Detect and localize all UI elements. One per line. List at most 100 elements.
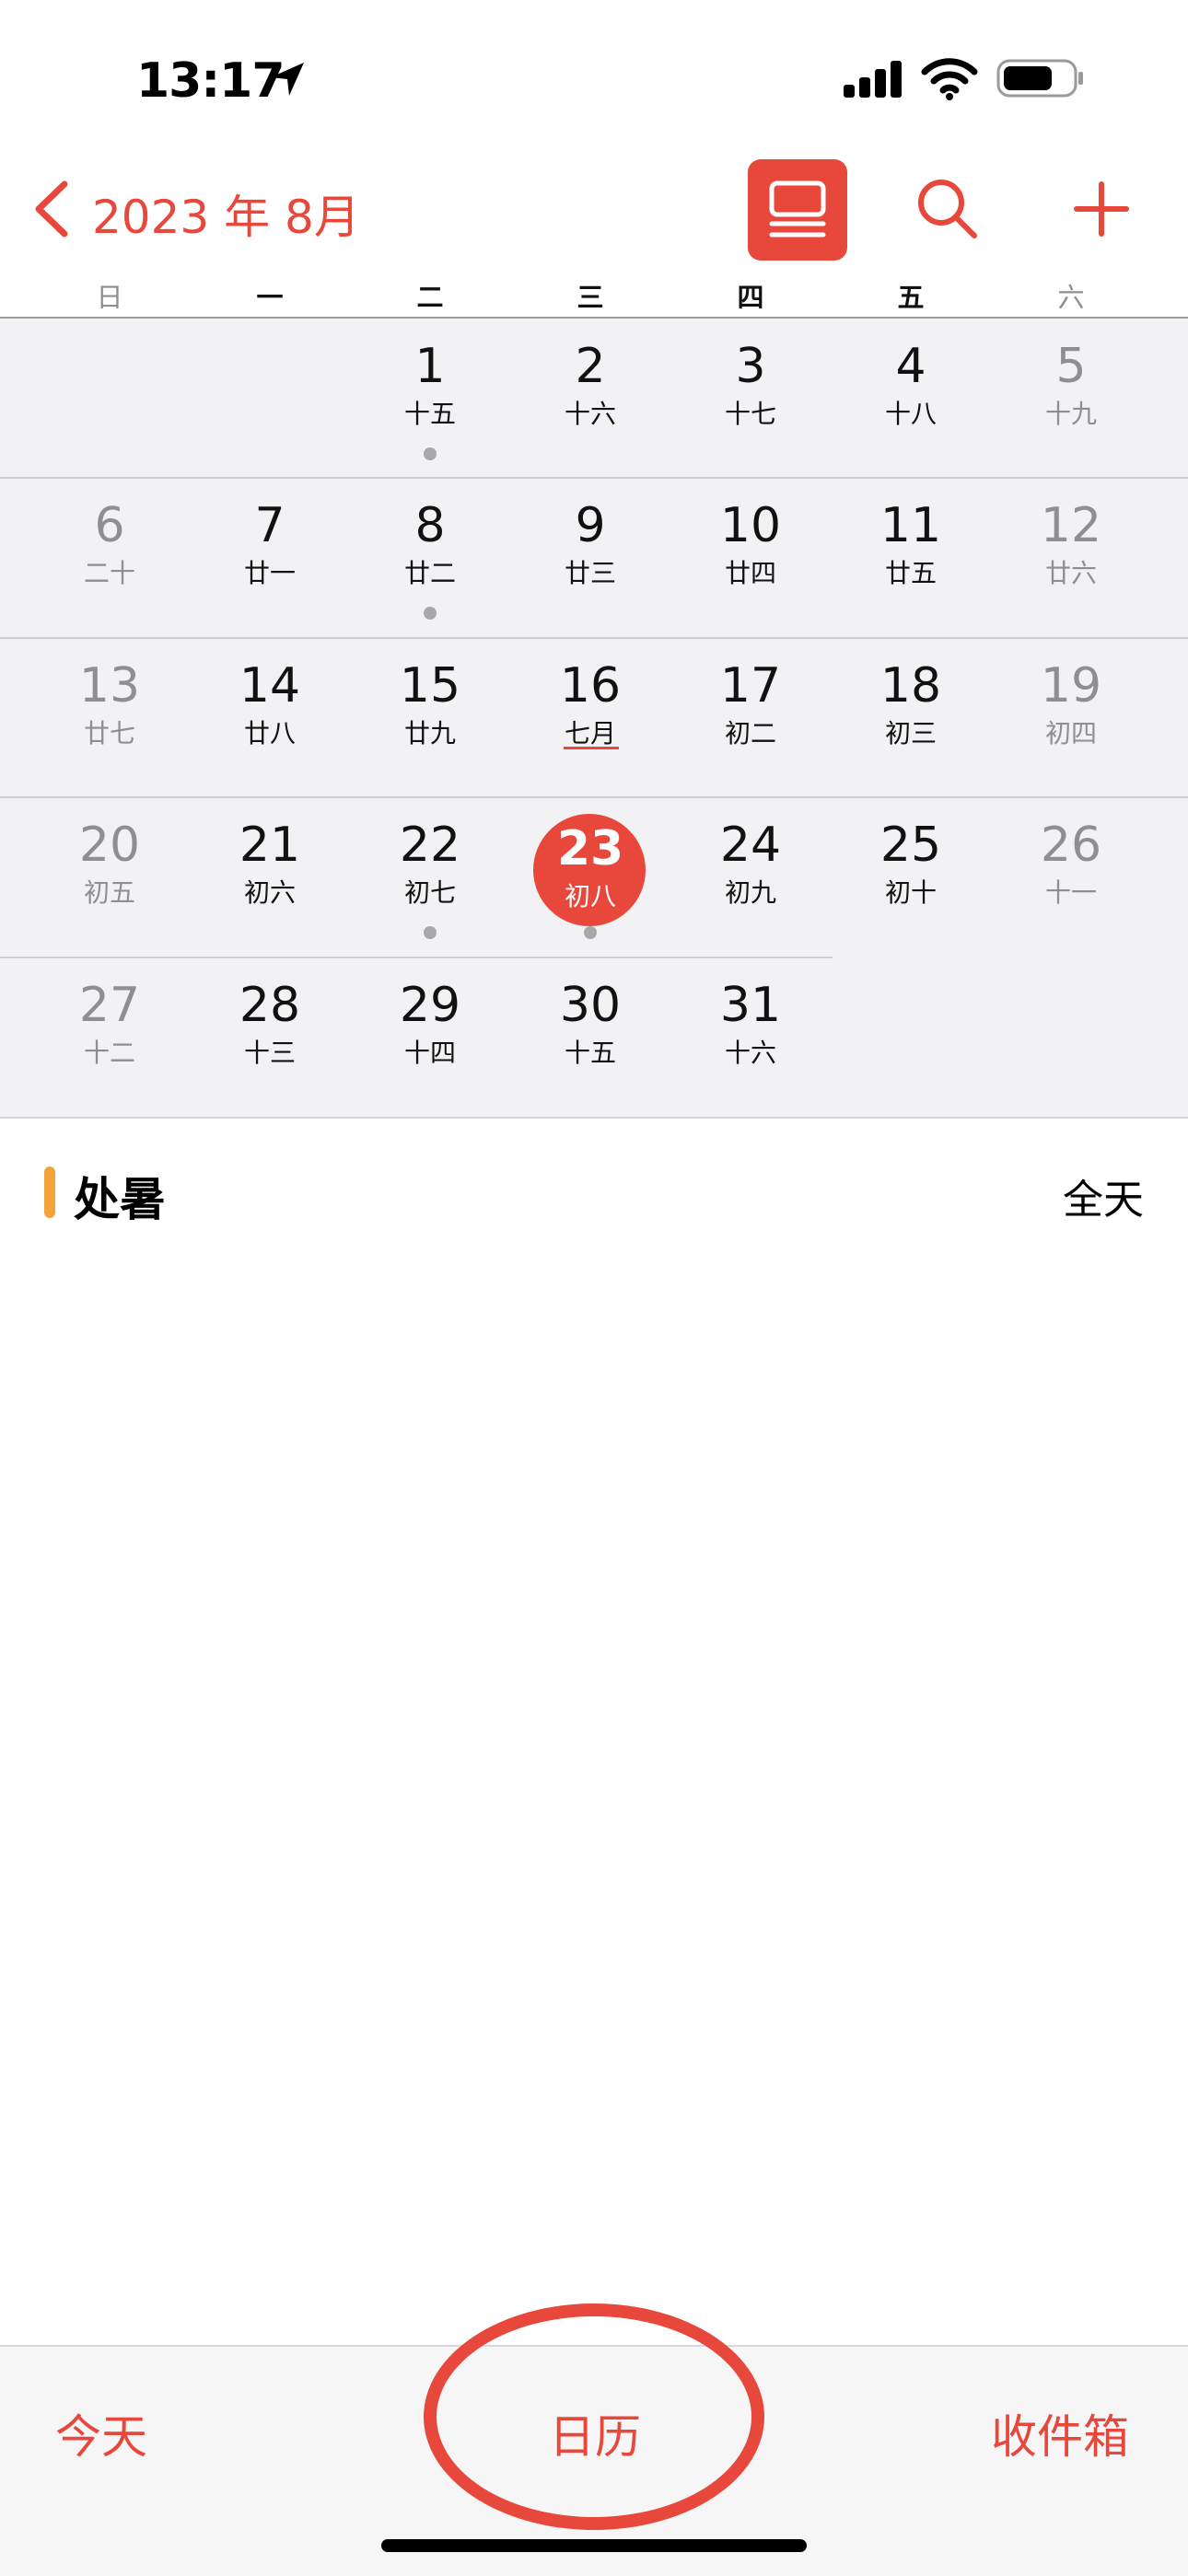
day-cell[interactable]: 1 十五 <box>350 319 510 477</box>
day-cell[interactable]: 15 廿九 <box>350 638 510 796</box>
event-time: 全天 <box>1063 1177 1144 1224</box>
day-cell[interactable]: 22 初七 <box>350 797 510 956</box>
day-cell[interactable]: 6 二十 <box>29 478 190 636</box>
weekday-sat: 六 <box>1057 282 1085 313</box>
day-number: 6 <box>94 498 125 553</box>
day-number: 14 <box>239 658 301 714</box>
lunar-date: 十八 <box>884 399 937 429</box>
day-cell[interactable]: 19 初四 <box>991 638 1151 796</box>
lunar-date: 初七 <box>403 877 456 908</box>
lunar-month-start-underline <box>564 747 619 749</box>
search-icon[interactable] <box>915 177 980 241</box>
day-cell[interactable]: 10 廿四 <box>670 478 831 636</box>
status-time: 13:17 <box>136 53 285 109</box>
day-cell[interactable]: 26 十一 <box>991 797 1151 956</box>
day-number: 9 <box>575 498 606 553</box>
lunar-date: 廿三 <box>564 558 616 588</box>
lunar-date: 十七 <box>724 399 776 429</box>
lunar-date: 十一 <box>1044 877 1097 908</box>
day-number: 23 <box>556 821 624 876</box>
day-cell[interactable]: 9 廿三 <box>510 478 670 636</box>
lunar-date: 廿四 <box>724 558 776 588</box>
lunar-date: 十三 <box>243 1038 296 1068</box>
weekday-header: 日 一 二 三 四 五 六 <box>0 273 1188 319</box>
day-cell[interactable]: 23 初八 <box>510 797 670 956</box>
day-cell[interactable]: 27 十二 <box>29 957 190 1116</box>
event-dot <box>424 926 437 939</box>
day-number: 24 <box>719 818 782 873</box>
tab-today[interactable]: 今天 <box>55 2400 147 2466</box>
day-number: 27 <box>78 978 141 1033</box>
day-number: 26 <box>1040 818 1102 873</box>
lunar-date: 初十 <box>884 877 937 908</box>
day-number: 31 <box>719 978 782 1033</box>
day-number: 20 <box>78 818 141 873</box>
weekday-tue: 二 <box>416 282 444 313</box>
lunar-date: 廿九 <box>403 718 456 748</box>
day-number: 25 <box>879 818 942 873</box>
day-cell[interactable]: 4 十八 <box>831 319 991 477</box>
day-number: 3 <box>735 339 766 394</box>
day-cell[interactable]: 30 十五 <box>510 957 670 1116</box>
event-dot <box>424 607 437 620</box>
cellular-signal-icon <box>844 61 902 98</box>
day-cell[interactable]: 2 十六 <box>510 319 670 477</box>
day-cell[interactable]: 7 廿一 <box>190 478 350 636</box>
day-cell[interactable]: 12 廿六 <box>991 478 1151 636</box>
day-number: 18 <box>879 658 942 714</box>
day-number: 29 <box>399 978 461 1033</box>
chevron-left-icon[interactable] <box>31 180 72 238</box>
day-cell[interactable]: 14 廿八 <box>190 638 350 796</box>
location-arrow-icon <box>271 63 304 96</box>
day-cell[interactable]: 31 十六 <box>670 957 831 1116</box>
day-number: 8 <box>414 498 446 553</box>
day-cell[interactable]: 18 初三 <box>831 638 991 796</box>
lunar-date: 初八 <box>564 881 616 911</box>
day-number: 12 <box>1040 498 1102 553</box>
plus-icon[interactable] <box>1074 180 1129 238</box>
highlight-annotation-circle <box>424 2303 764 2530</box>
day-cell[interactable]: 8 廿二 <box>350 478 510 636</box>
day-number: 19 <box>1040 658 1102 714</box>
lunar-date: 十二 <box>83 1038 135 1068</box>
day-cell[interactable]: 13 廿七 <box>29 638 190 796</box>
list-view-icon <box>769 180 826 238</box>
lunar-date: 十六 <box>564 399 616 429</box>
event-row[interactable]: 处暑 全天 <box>0 1155 1188 1229</box>
day-number: 15 <box>399 658 461 714</box>
day-cell[interactable]: 25 初十 <box>831 797 991 956</box>
day-number: 16 <box>559 658 622 714</box>
event-dot <box>424 447 437 460</box>
day-cell[interactable]: 5 十九 <box>991 319 1151 477</box>
day-number: 11 <box>879 498 942 553</box>
weekday-wed: 三 <box>577 282 604 313</box>
weekday-thu: 四 <box>737 282 764 313</box>
weekday-fri: 五 <box>897 282 925 313</box>
day-number: 1 <box>414 339 446 394</box>
day-number: 22 <box>399 818 461 873</box>
lunar-date: 廿一 <box>243 558 296 588</box>
day-number: 17 <box>719 658 782 714</box>
day-cell[interactable]: 21 初六 <box>190 797 350 956</box>
list-view-button[interactable] <box>748 159 847 261</box>
day-number: 5 <box>1055 339 1087 394</box>
day-cell[interactable]: 17 初二 <box>670 638 831 796</box>
tab-inbox[interactable]: 收件箱 <box>991 2400 1129 2466</box>
day-cell[interactable]: 28 十三 <box>190 957 350 1116</box>
day-cell[interactable]: 20 初五 <box>29 797 190 956</box>
weekday-sun: 日 <box>96 282 123 313</box>
day-cell[interactable]: 24 初九 <box>670 797 831 956</box>
lunar-date: 十六 <box>724 1038 776 1068</box>
day-cell[interactable]: 16 七月 <box>510 638 670 796</box>
day-number: 13 <box>78 658 141 714</box>
event-dot <box>584 926 597 939</box>
lunar-date: 十五 <box>564 1038 616 1068</box>
day-cell[interactable]: 3 十七 <box>670 319 831 477</box>
day-cell[interactable]: 29 十四 <box>350 957 510 1116</box>
event-color-bar <box>44 1166 55 1218</box>
lunar-date: 七月 <box>564 718 616 748</box>
month-title[interactable]: 2023 年 8月 <box>92 180 360 247</box>
lunar-date: 廿五 <box>884 558 937 588</box>
lunar-date: 廿七 <box>83 718 135 748</box>
day-cell[interactable]: 11 廿五 <box>831 478 991 636</box>
